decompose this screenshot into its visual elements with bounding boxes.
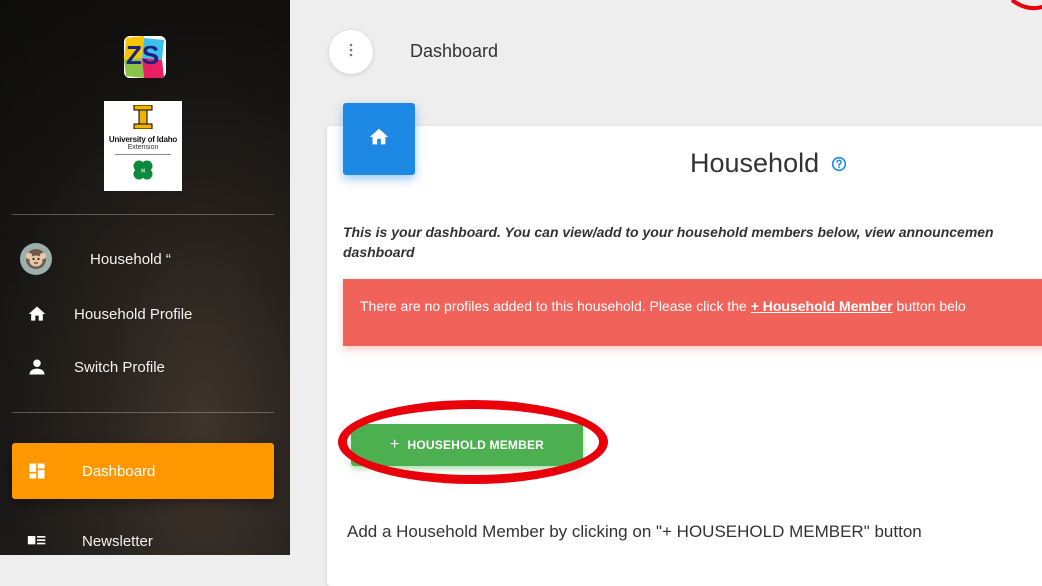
add-member-hint: Add a Household Member by clicking on "+… <box>347 522 922 541</box>
person-icon <box>22 357 52 377</box>
more-menu-button[interactable] <box>329 30 373 74</box>
household-card <box>327 126 1042 586</box>
svg-text:H: H <box>141 169 145 175</box>
sidebar: ZS University of Idaho Extension H House… <box>0 0 290 555</box>
alert-text-before: There are no profiles added to this hous… <box>360 298 751 314</box>
annotation-arc <box>1010 0 1042 14</box>
university-name: University of Idaho <box>108 135 178 144</box>
help-circle-icon[interactable] <box>831 148 847 179</box>
annotation-circle <box>338 400 608 484</box>
home-icon <box>368 126 390 153</box>
card-title-text: Household <box>690 148 820 178</box>
home-icon <box>22 304 52 324</box>
sidebar-user-label: Household “ <box>90 250 171 268</box>
more-vertical-icon <box>349 43 353 62</box>
sidebar-user[interactable]: Household “ <box>12 237 274 281</box>
university-extension: Extension <box>127 144 159 151</box>
sidebar-divider <box>12 214 274 215</box>
sidebar-item-label: Newsletter <box>82 532 153 550</box>
monkey-avatar-icon <box>20 243 52 275</box>
description-line-2: dashboard <box>343 244 415 260</box>
university-logo: University of Idaho Extension H <box>104 101 182 191</box>
description-line-1: This is your dashboard. You can view/add… <box>343 224 994 240</box>
zs-logo-text: ZS <box>126 40 159 70</box>
page-title: Dashboard <box>410 41 499 61</box>
university-mark <box>104 104 182 134</box>
dashboard-icon <box>22 461 52 481</box>
alert-text-after: button belo <box>892 298 966 314</box>
sidebar-item-household-profile[interactable]: Household Profile <box>12 292 274 336</box>
clover-icon: H <box>104 157 182 188</box>
sidebar-item-label: Household Profile <box>74 305 193 323</box>
dashboard-description: This is your dashboard. You can view/add… <box>343 222 1042 262</box>
newsletter-icon <box>22 533 52 549</box>
card-title: Household <box>690 148 847 179</box>
alert-household-member-link[interactable]: + Household Member <box>751 298 893 314</box>
zsuite-logo: ZS <box>118 30 170 82</box>
sidebar-divider <box>12 412 274 413</box>
sidebar-item-dashboard[interactable]: Dashboard <box>12 443 274 499</box>
sidebar-item-label: Switch Profile <box>74 358 165 376</box>
card-header-icon <box>343 103 415 175</box>
no-profiles-alert: There are no profiles added to this hous… <box>343 279 1042 346</box>
sidebar-item-switch-profile[interactable]: Switch Profile <box>12 345 274 389</box>
sidebar-item-label: Dashboard <box>82 462 156 480</box>
sidebar-item-newsletter[interactable]: Newsletter <box>12 519 274 555</box>
